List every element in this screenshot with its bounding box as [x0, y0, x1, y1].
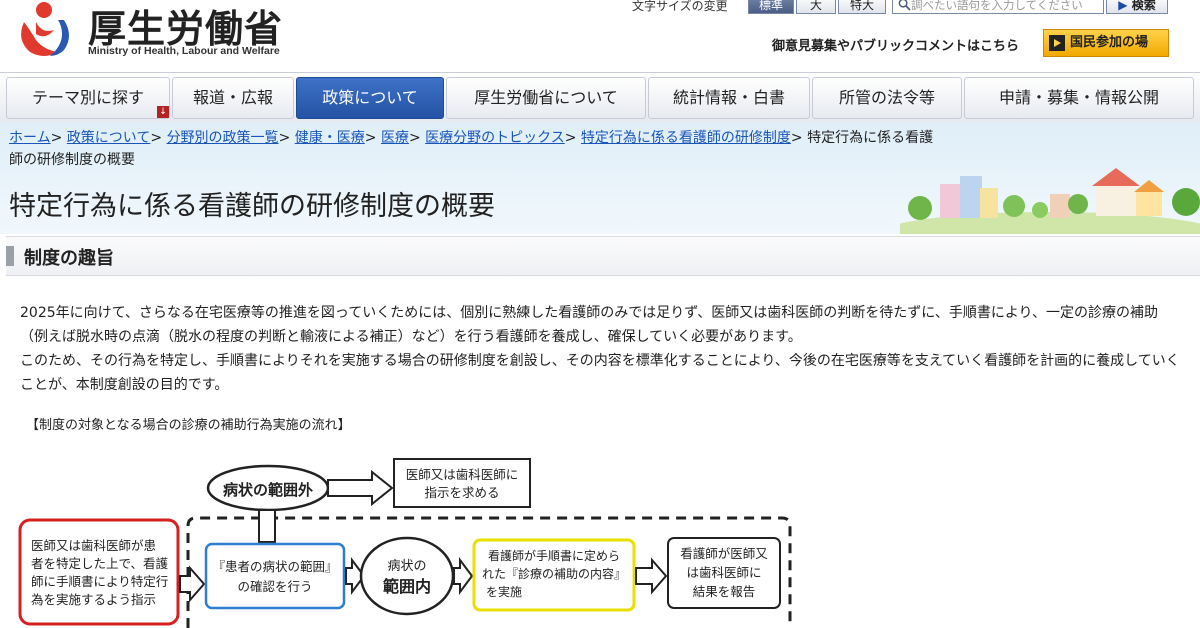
flow-caption: 【制度の対象となる場合の診療の補助行為実施の流れ】 — [26, 418, 351, 433]
section-marker — [6, 246, 14, 266]
nav-item-themes[interactable]: テーマ別に探す ↓ — [6, 77, 170, 119]
care-flow-diagram: 病状の範囲外 医師又は歯科医師に 指示を求める 医師又は歯科医師が患 者を特定し… — [18, 458, 792, 628]
breadcrumb: ホーム> 政策について> 分野別の政策一覧> 健康・医療> 医療> 医療分野のト… — [9, 127, 939, 171]
search-button[interactable]: ▶ 検索 — [1106, 0, 1168, 14]
breadcrumb-link-training[interactable]: 特定行為に係る看護師の研修制度 — [581, 130, 791, 146]
search-icon — [898, 0, 911, 11]
flow-start-line4: 為を実施するよう指示 — [31, 592, 156, 607]
flow-perform-line1: 看護師が手順書に定めら — [488, 548, 620, 563]
town-scenery-illustration — [900, 168, 1200, 234]
nav-item-laws[interactable]: 所管の法令等 — [812, 77, 962, 119]
flow-arrow-inside — [453, 557, 474, 595]
flow-connector-vertical — [258, 509, 276, 543]
breadcrumb-link-medical[interactable]: 医療 — [381, 130, 409, 146]
text-size-xlarge-button[interactable]: 特大 — [838, 0, 886, 14]
flow-start-line3: 師に手順書により特定行 — [31, 574, 168, 589]
flow-inside-range-oval — [359, 536, 455, 616]
mhlw-logo[interactable]: 厚生労働省 Ministry of Health, Labour and Wel… — [14, 0, 294, 64]
breadcrumb-link-policy[interactable]: 政策について — [67, 130, 151, 146]
flow-inside-range-line1: 病状の — [387, 559, 426, 574]
flow-start-box — [18, 518, 180, 626]
search-button-arrow-icon: ▶ — [1118, 0, 1128, 12]
flow-confirm-line2: の確認を行う — [237, 579, 312, 594]
nav-item-statistics[interactable]: 統計情報・白書 — [648, 77, 810, 119]
text-size-large-button[interactable]: 大 — [796, 0, 836, 14]
flow-confirm-line1: 『患者の病状の範囲』 — [212, 559, 337, 574]
flow-perform-line2: れた『診療の補助の内容』 — [482, 566, 626, 581]
arrow-square-icon — [1049, 35, 1065, 51]
flow-start-line2: 者を特定した上で、看護 — [31, 556, 169, 571]
nav-item-about[interactable]: 厚生労働省について — [446, 77, 646, 119]
breadcrumb-separator: > — [564, 130, 577, 146]
breadcrumb-separator: > — [408, 130, 421, 146]
flow-inside-range-line2: 範囲内 — [382, 577, 431, 596]
flow-report-line3: 結果を報告 — [693, 584, 756, 599]
logo-mark-icon — [21, 2, 69, 56]
flow-outside-result-line1: 医師又は歯科医師に — [406, 467, 519, 482]
breadcrumb-link-health[interactable]: 健康・医療 — [295, 130, 365, 146]
logo-text-en: Ministry of Health, Labour and Welfare — [88, 45, 280, 57]
nav-item-applications[interactable]: 申請・募集・情報公開 — [964, 77, 1194, 119]
flow-perform-line3: を実施 — [486, 584, 522, 599]
nav-item-policy[interactable]: 政策について — [296, 77, 444, 119]
section-body: 2025年に向けて、さらなる在宅医療等の推進を図っていくためには、個別に熟練した… — [20, 301, 1180, 397]
flow-arrow-start — [179, 565, 206, 603]
breadcrumb-separator: > — [790, 130, 803, 146]
breadcrumb-link-topics[interactable]: 医療分野のトピックス — [425, 130, 565, 146]
page: 厚生労働省 Ministry of Health, Labour and Wel… — [0, 0, 1200, 628]
flow-arrow-outside — [327, 469, 394, 507]
dropdown-corner-icon: ↓ — [157, 106, 169, 118]
flow-outside-range-label: 病状の範囲外 — [223, 481, 313, 499]
breadcrumb-link-policy-list[interactable]: 分野別の政策一覧 — [167, 130, 279, 146]
breadcrumb-separator: > — [278, 130, 291, 146]
flow-start-line1: 医師又は歯科医師が患 — [31, 538, 156, 553]
nav-item-label: テーマ別に探す — [31, 88, 144, 107]
flow-arrow-perform — [635, 557, 668, 595]
global-nav: テーマ別に探す ↓ 報道・広報 政策について 厚生労働省について 統計情報・白書… — [0, 72, 1200, 122]
nav-item-press[interactable]: 報道・広報 — [172, 77, 294, 119]
public-comment-link[interactable]: 御意見募集やパブリックコメントはこちら — [772, 35, 1019, 54]
flow-report-line1: 看護師が医師又 — [680, 546, 768, 561]
section-header — [6, 236, 1200, 276]
flow-report-line2: は歯科医師に — [686, 565, 761, 580]
text-size-standard-button[interactable]: 標準 — [748, 0, 794, 14]
search-input[interactable]: 調べたい語句を入力してください — [892, 0, 1104, 14]
paragraph-goal: このため、その行為を特定し、手順書によりそれを実施する場合の研修制度を創設し、そ… — [20, 353, 1180, 393]
breadcrumb-separator: > — [364, 130, 377, 146]
text-size-label: 文字サイズの変更 — [632, 0, 728, 13]
flow-confirm-box — [204, 542, 346, 610]
search-button-label: 検索 — [1131, 0, 1156, 12]
flow-outside-result-line2: 指示を求める — [424, 485, 499, 500]
breadcrumb-link-home[interactable]: ホーム — [9, 130, 51, 146]
paragraph-purpose: 2025年に向けて、さらなる在宅医療等の推進を図っていくためには、個別に熟練した… — [20, 305, 1158, 345]
breadcrumb-separator: > — [50, 130, 63, 146]
section-title: 制度の趣旨 — [24, 248, 114, 269]
breadcrumb-separator: > — [150, 130, 163, 146]
page-title: 特定行為に係る看護師の研修制度の概要 — [9, 191, 495, 222]
